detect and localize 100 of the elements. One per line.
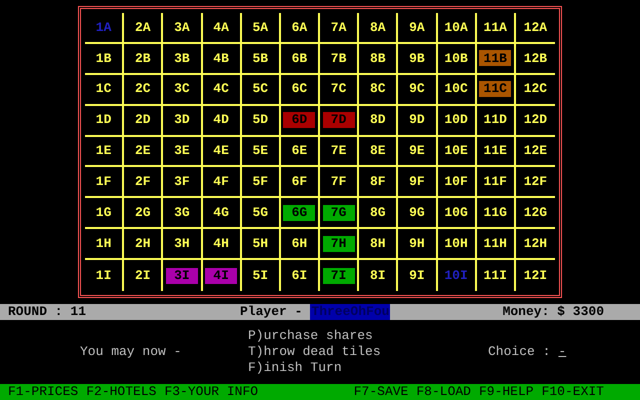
tile-label: 6I [292,266,308,285]
tile-label: 8F [370,173,386,192]
tile-label: 11A [484,18,507,37]
tile-label: 8H [370,234,386,253]
tile-label: 2A [134,18,151,37]
tile-label: 10B [444,50,468,68]
tile-label: 10H [444,234,468,253]
tile-label: 5G [252,204,268,222]
tile-label: 9D [409,111,425,130]
player-name: ThreeOhFou [310,304,390,320]
hotel-tile: 7G [322,204,355,221]
menu-option[interactable]: F)inish Turn [248,360,488,376]
tile-label: 1B [96,50,112,68]
hotel-tile: 4I [205,268,238,284]
tile-label: 2E [134,142,151,160]
prompt-text: You may now - [80,343,182,362]
tile-label: 5H [252,234,268,253]
tile-label: 11I [484,266,507,285]
function-key[interactable]: F7-SAVE [354,382,408,400]
tile-label: 6C [292,80,308,98]
tile-label: 3F [174,173,190,192]
tile-label: 9F [409,173,425,192]
tile-label: 5B [252,50,268,68]
tile-label: 2B [134,50,151,68]
round-text: ROUND : 11 [8,303,88,322]
tile-label: 3C [174,80,190,98]
tile-label: 1G [96,204,112,222]
tile-label: 5C [252,80,268,98]
menu-option[interactable]: P)urchase shares [248,328,488,344]
tile-label: 3G [174,204,190,222]
tile-label: 7B [330,50,346,68]
tile-label: 2I [134,266,151,285]
tile-label: 8G [370,204,386,222]
tile-label: 3A [174,18,190,37]
tile-label: 9H [409,234,425,253]
tile-label: 6B [292,50,308,68]
tile-label: 10I [444,266,468,285]
tile-label: 7A [330,18,346,37]
hotel-tile: 6G [283,204,316,221]
tile-label: 5A [252,18,268,37]
tile-label: 12E [524,142,548,160]
tile-label: 9G [409,204,425,222]
hotel-tile: 7I [322,268,355,284]
tile-label: 4D [213,111,229,130]
tile-label: 11F [484,173,507,192]
hotel-tile: 3I [166,268,198,284]
choice-input[interactable]: - [558,342,566,362]
tile-label: 9C [409,80,425,98]
tile-label: 10C [444,80,468,98]
tile-label: 1H [96,234,112,253]
tile-label: 4B [213,50,229,68]
function-key[interactable]: F3-YOUR INFO [164,382,258,400]
tile-label: 10A [444,18,468,37]
function-key[interactable]: F2-HOTELS [86,382,156,400]
tile-label: 3D [174,111,190,130]
tile-label: 10E [444,142,468,160]
tile-label: 11H [484,234,507,253]
tile-label: 11G [484,204,507,222]
tile-label: 8C [370,80,386,98]
tile-label: 3B [174,50,190,68]
tile-label: 12D [524,111,548,130]
tile-label: 9B [409,50,425,68]
tile-label: 1I [96,266,112,285]
tile-label: 5E [252,142,268,160]
tile-label: 10G [444,204,468,222]
tile-label: 2G [134,204,151,222]
tile-label: 12A [524,18,548,37]
player-label: Player - [240,303,302,322]
menu-option[interactable]: T)hrow dead tiles [248,344,488,360]
tile-label: 4F [213,173,229,192]
hotel-tile: 11B [479,50,512,66]
tile-label: 7C [330,80,346,98]
tile-label: 6A [292,18,308,37]
tile-label: 4E [213,142,229,160]
tile-label: 6F [292,173,308,192]
tile-label: 11D [484,111,507,130]
tile-label: 9E [409,142,425,160]
tile-label: 4A [213,18,229,37]
tile-label: 5D [252,111,268,130]
function-key[interactable]: F9-HELP [478,382,534,400]
tile-label: 10F [444,173,468,192]
tile-label: 7F [330,173,346,192]
tile-label: 4G [213,204,229,222]
function-key[interactable]: F1-PRICES [8,382,78,400]
hotel-tile: 7D [322,112,355,128]
tile-label: 8B [370,50,386,68]
tile-label: 11E [484,142,507,160]
tile-label: 8I [370,266,386,285]
tile-label: 9I [409,266,425,285]
function-key[interactable]: F8-LOAD [416,382,471,400]
tile-label: 12I [524,266,548,285]
tile-label: 12B [524,50,548,68]
tile-label: 4C [213,80,229,98]
money-text: Money: $ 3300 [502,303,604,322]
function-key[interactable]: F10-EXIT [542,382,604,400]
tile-label: 8E [370,142,386,160]
tile-label: 10D [444,111,468,130]
tile-label: 1F [96,173,112,192]
tile-label: 3E [174,142,190,160]
tile-label: 12F [524,173,548,192]
